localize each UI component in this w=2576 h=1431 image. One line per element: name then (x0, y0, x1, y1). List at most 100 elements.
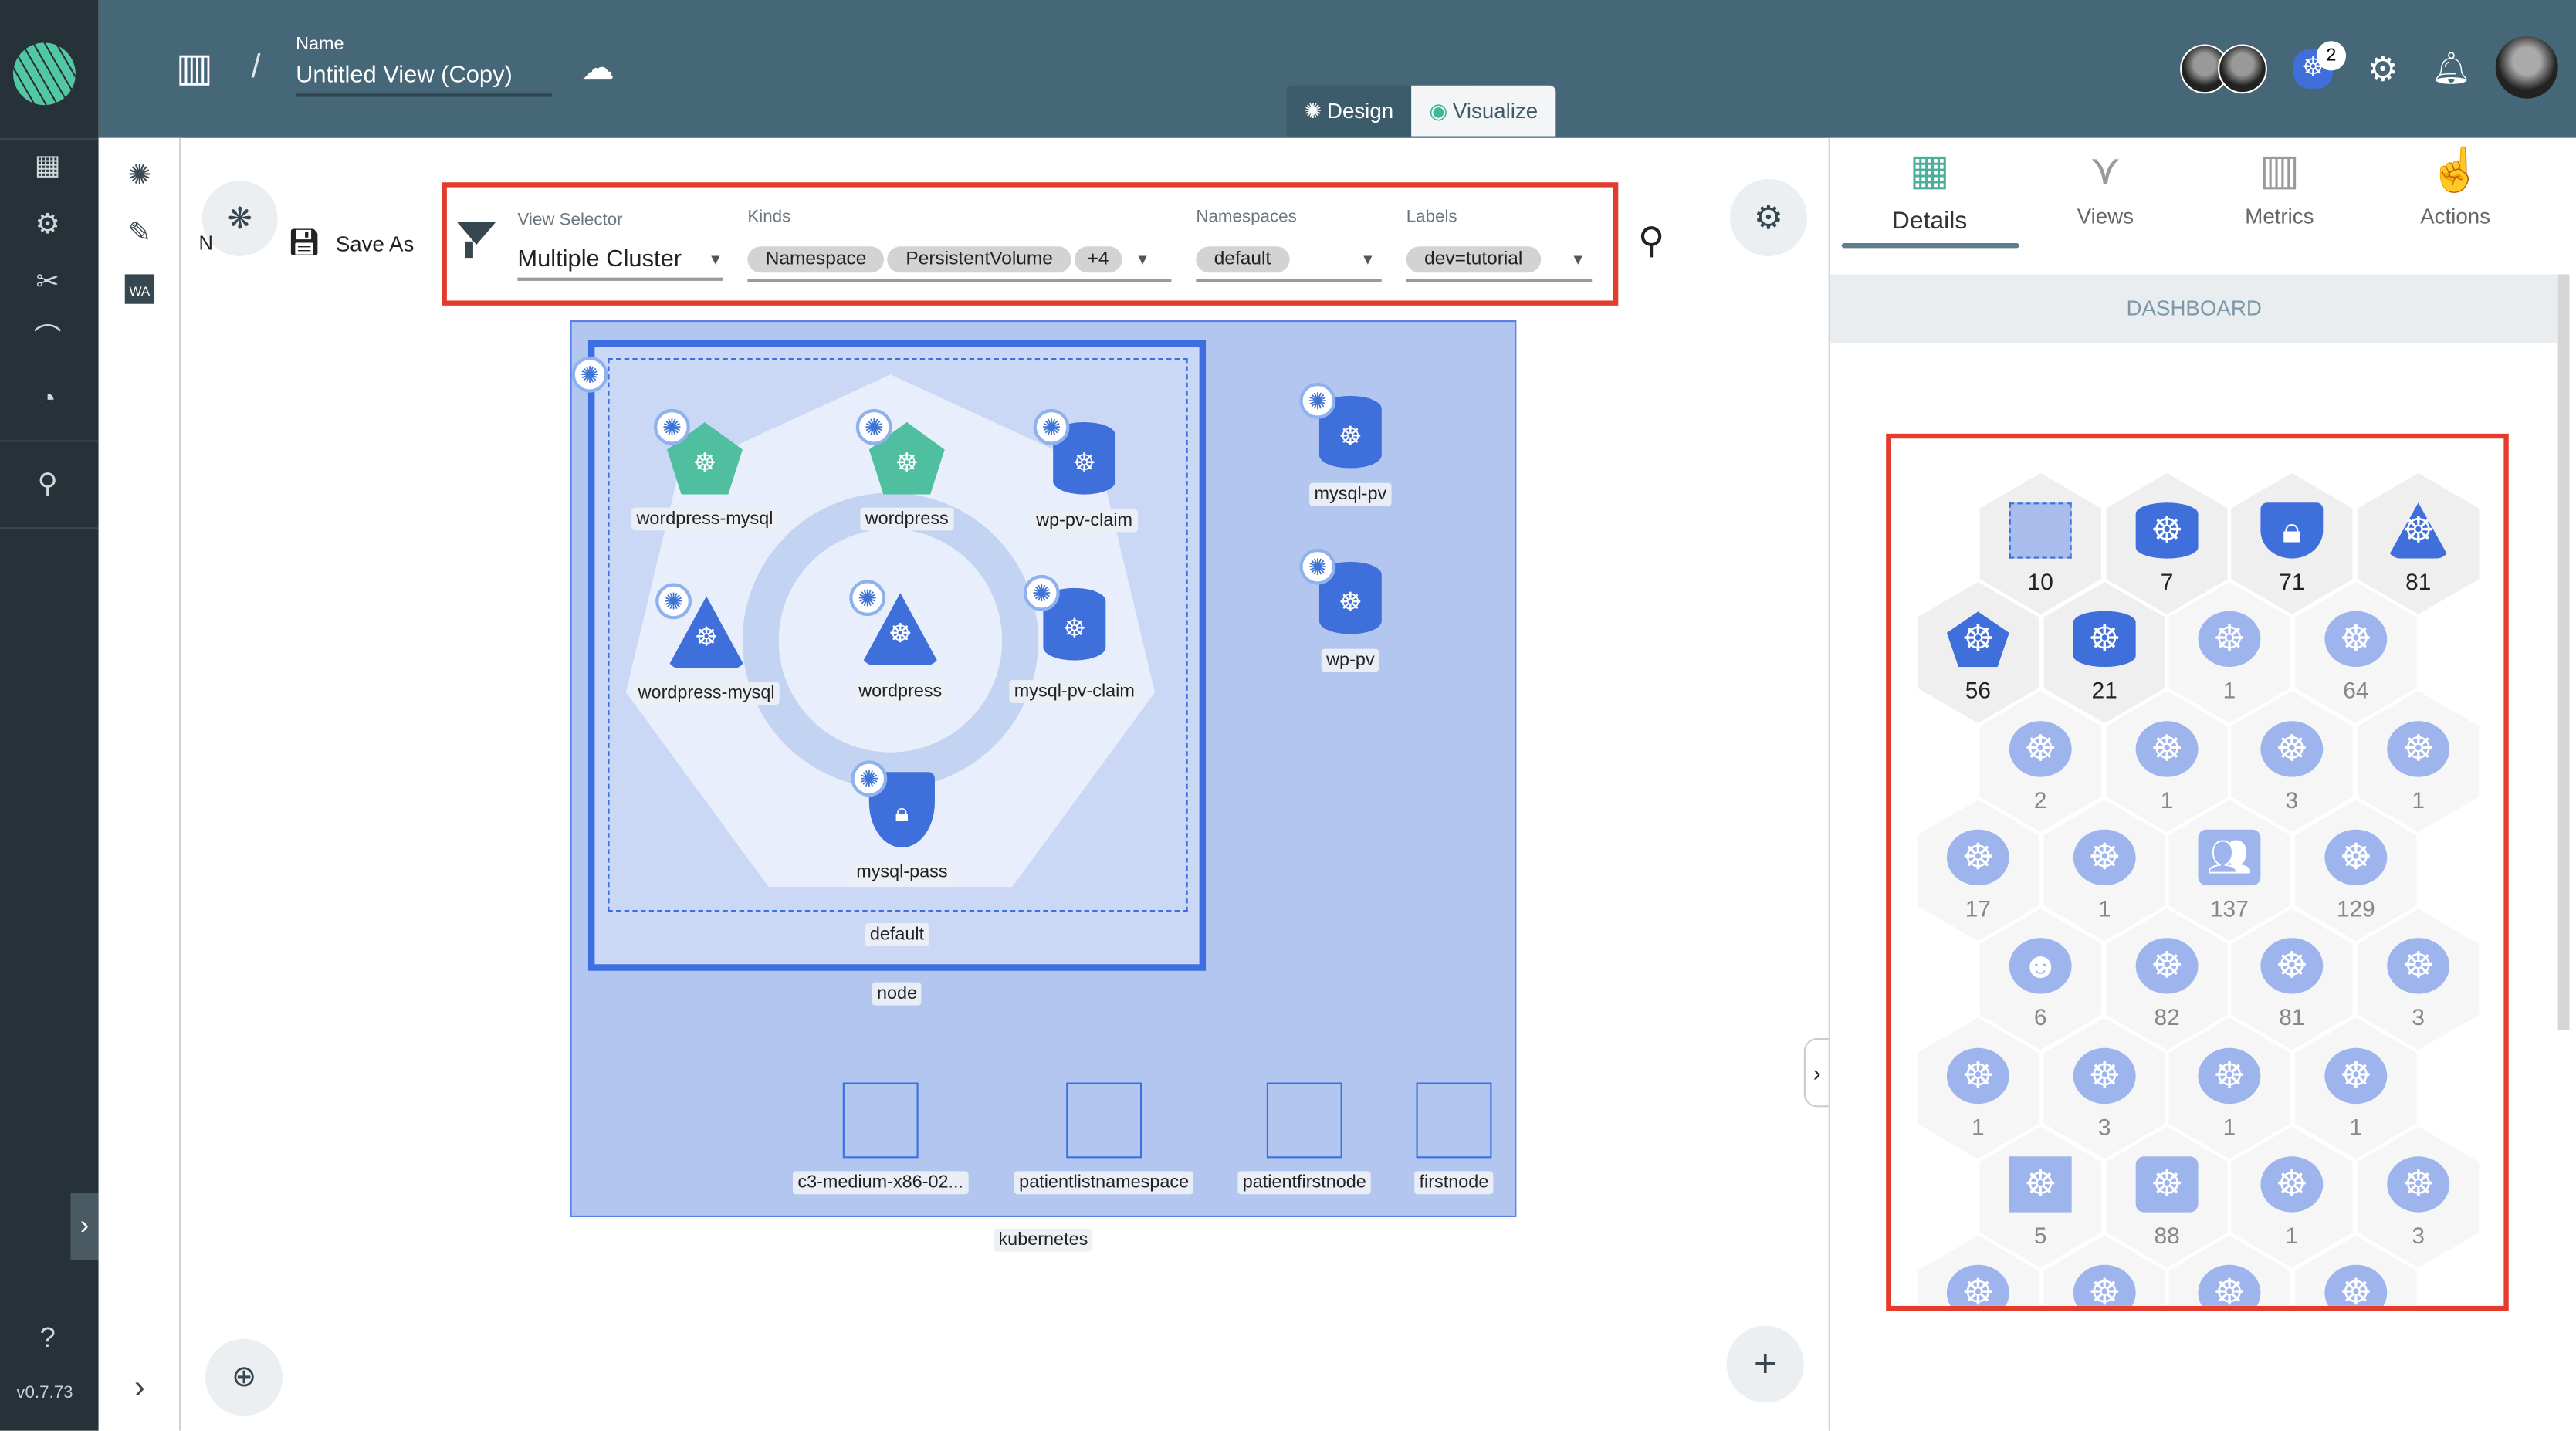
location-pin-icon[interactable]: ⚲ (29, 466, 66, 502)
expand-chevron-icon[interactable]: › (121, 1370, 157, 1406)
label-chip[interactable]: dev=tutorial (1406, 246, 1541, 273)
kinds-select[interactable]: Namespace PersistentVolume +4 ▼ (747, 240, 1172, 283)
cluster-node-label: c3-medium-x86-02... (792, 1171, 969, 1195)
tab-active-indicator (1841, 242, 2019, 249)
avatar[interactable] (2218, 44, 2267, 94)
node-pentagon-teal-icon[interactable]: ☸ (667, 421, 743, 495)
help-icon[interactable]: ? (29, 1321, 66, 1357)
cluster-node[interactable] (842, 1082, 919, 1159)
divider (0, 440, 99, 442)
resource-count: 1 (2285, 1221, 2299, 1248)
node-cylinder-icon[interactable]: ☸ (1318, 561, 1382, 634)
resource-count: 1 (2222, 677, 2236, 704)
tab-metrics[interactable]: ▥ Metrics (2192, 144, 2368, 228)
design-mode-button[interactable]: ✺ Design (1286, 85, 1412, 137)
search-icon[interactable]: ⚲ (1638, 220, 1664, 262)
node-label: wordpress-mysql (631, 507, 778, 531)
visualize-mode-button[interactable]: ◉ Visualize (1411, 85, 1556, 137)
extensions-icon[interactable]: ◔ (29, 381, 66, 418)
k8s-circle-icon: ☸ (2260, 938, 2324, 994)
filter-icon[interactable] (456, 222, 496, 245)
labels-select[interactable]: dev=tutorial ▼ (1406, 240, 1593, 283)
zoom-button[interactable]: ⊕ (205, 1338, 283, 1416)
performance-icon[interactable]: ⌒ (29, 322, 66, 358)
cluster-node[interactable] (1416, 1082, 1492, 1159)
namespaces-select[interactable]: default ▼ (1196, 240, 1382, 283)
settings-gear-icon[interactable]: ⚙ (2368, 49, 2398, 90)
edit-archive-icon[interactable]: ✎ (121, 217, 157, 253)
k8s-rounded-icon: ☸ (2135, 1155, 2199, 1213)
eye-icon: ◉ (1429, 97, 1448, 123)
node-cylinder-icon[interactable]: ☸ (1318, 395, 1382, 469)
design-rail: ✺ ✎ WA › (98, 137, 181, 1431)
cluster-node[interactable] (1066, 1082, 1142, 1159)
kubernetes-cluster-group[interactable] (570, 320, 1517, 1217)
node-label: node (872, 982, 922, 1006)
k8s-circle-icon: ☸ (2387, 1155, 2450, 1213)
add-button[interactable]: + (1726, 1325, 1804, 1403)
node-label: wp-pv (1321, 648, 1379, 672)
tab-actions[interactable]: ☝ Actions (2368, 144, 2544, 228)
devil-icon: ☻ (2009, 938, 2072, 994)
k8s-square-icon: ☸ (2009, 1155, 2072, 1213)
view-name-input[interactable]: Untitled View (Copy) (296, 63, 553, 97)
chevron-down-icon: ▼ (1135, 251, 1150, 268)
node-label: wordpress (853, 680, 947, 703)
resource-count: 81 (2405, 568, 2432, 595)
view-selector-dropdown[interactable]: Multiple Cluster ▼ (517, 242, 723, 281)
resource-count: 3 (2097, 1112, 2111, 1139)
resource-count: 17 (1965, 895, 1991, 922)
node-group[interactable] (587, 340, 1207, 971)
k8s-circle-icon: ☸ (2260, 720, 2324, 776)
node-triangle-icon[interactable]: ☸ (667, 596, 746, 669)
node-label: wp-pv-claim (1031, 509, 1138, 533)
node-pentagon-teal-icon[interactable]: ☸ (868, 421, 945, 495)
tab-label: Actions (2420, 203, 2490, 228)
k8s-circle-icon: ☸ (1946, 1047, 2009, 1104)
chart-icon: ▥ (2259, 144, 2300, 195)
save-as-button[interactable]: 💾︎ Save As (287, 227, 414, 260)
chevron-down-icon: ▼ (708, 251, 723, 268)
node-label: wordpress-mysql (633, 682, 780, 705)
kind-more-chip[interactable]: +4 (1074, 246, 1122, 273)
resource-count: 129 (2336, 895, 2375, 922)
views-icon: ⋎ (2090, 144, 2121, 195)
gears-icon[interactable]: ⚙ (29, 207, 66, 243)
expand-drawer-button[interactable]: › (70, 1192, 99, 1260)
wasm-icon[interactable]: WA (124, 274, 155, 304)
collapse-panel-button[interactable]: › (1803, 1038, 1830, 1108)
name-label: Name (296, 34, 344, 55)
k8s-circle-icon: ☸ (2387, 938, 2450, 994)
tab-label: Views (2077, 203, 2134, 228)
cluster-label: kubernetes (994, 1228, 1093, 1252)
dashboard-grid-icon: ▦ (1909, 144, 1950, 195)
node-triangle-icon[interactable]: ☸ (861, 593, 940, 665)
node-shield-icon[interactable]: 🔒︎ (868, 772, 935, 848)
kind-chip[interactable]: PersistentVolume (888, 246, 1071, 273)
building-icon[interactable]: ▥ (176, 44, 213, 92)
canvas-settings-button[interactable]: ⚙ (1729, 178, 1808, 256)
design-swirl-icon: ✺ (654, 408, 690, 445)
filter-icon-stem (465, 241, 473, 259)
designs-swirl-icon[interactable]: ✺ (121, 159, 157, 195)
tab-details[interactable]: ▦ Details (1842, 144, 2018, 235)
meshery-logo[interactable] (13, 42, 76, 106)
user-avatar[interactable] (2495, 36, 2558, 99)
kind-chip[interactable]: Namespace (747, 246, 885, 273)
resource-count: 1 (1972, 1112, 1985, 1139)
dashboard-icon[interactable]: ▦ (29, 148, 66, 184)
node-cylinder-icon[interactable]: ☸ (1043, 587, 1106, 661)
panel-scrollbar[interactable] (2557, 274, 2570, 1030)
resource-count: 82 (2154, 1003, 2180, 1030)
node-cylinder-icon[interactable]: ☸ (1053, 421, 1116, 495)
tools-icon[interactable]: ✂ (29, 265, 66, 301)
namespace-group[interactable] (608, 357, 1188, 912)
tab-views[interactable]: ⋎ Views (2017, 144, 2193, 228)
notifications-bell-icon[interactable]: 🔔︎ (2432, 49, 2471, 89)
cluster-node[interactable] (1266, 1082, 1342, 1159)
namespace-chip[interactable]: default (1196, 246, 1289, 273)
layout-button[interactable]: ❋ (201, 181, 278, 256)
touch-icon: ☝ (2429, 144, 2483, 195)
resource-count: 7 (2160, 568, 2174, 595)
resource-count: 3 (2412, 1003, 2425, 1030)
